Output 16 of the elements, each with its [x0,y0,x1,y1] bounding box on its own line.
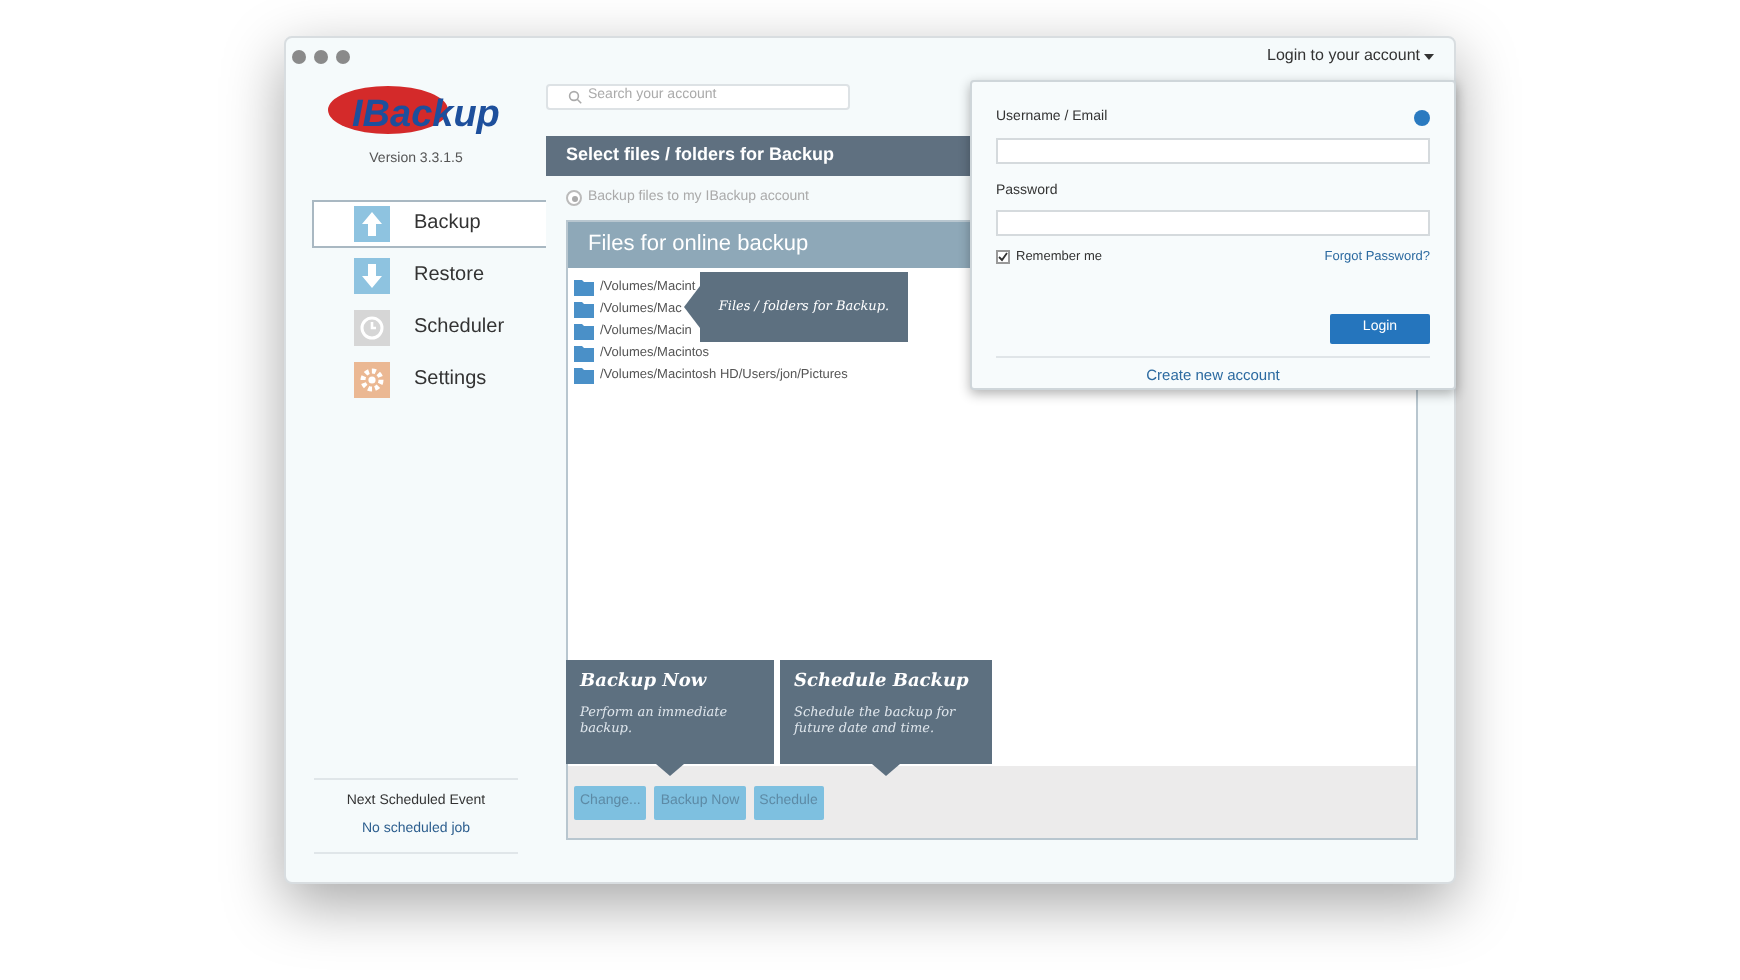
search-icon [568,90,582,104]
tooltip-pointer [656,764,684,776]
password-field[interactable] [996,210,1430,236]
checkbox[interactable] [996,250,1010,265]
sidebar-item[interactable]: Scheduler [312,303,546,351]
gear-icon [354,361,390,397]
radio-button[interactable] [566,190,582,206]
sidebar-item[interactable]: Settings [312,355,546,403]
clock-icon [354,309,390,345]
sidebar-item[interactable]: Restore [312,251,546,299]
tooltip-pointer [872,764,900,776]
account-menu[interactable]: Login to your account [1267,44,1420,68]
sidebar-item[interactable]: Backup [312,199,546,247]
help-icon[interactable] [1414,110,1430,127]
caret-icon [1424,53,1434,59]
username-field[interactable] [996,137,1430,163]
